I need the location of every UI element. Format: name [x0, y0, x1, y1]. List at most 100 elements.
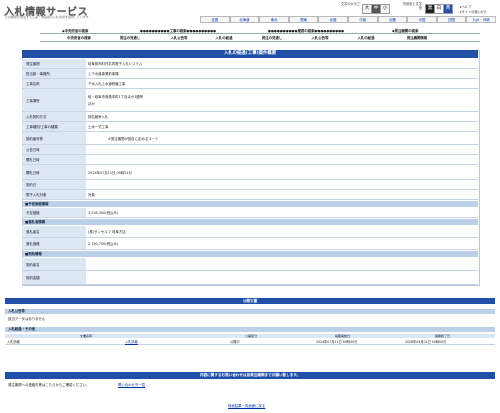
nav-service-progress[interactable]: 入札の経過: [344, 35, 388, 40]
row-label: 契約金額: [22, 271, 86, 284]
summary-row: 落札者名 (株)サンセルフ 岐阜方店: [22, 226, 478, 238]
site-usage-link[interactable]: ▸サイトの使いかた: [460, 9, 487, 14]
region-tab-kyushu[interactable]: 九州・沖縄: [466, 16, 496, 23]
region-tab-chubu[interactable]: 中部: [347, 16, 378, 23]
nav-agency-info[interactable]: 発注機関情報: [392, 35, 442, 40]
nav-central-search[interactable]: 中央府省の検索: [58, 35, 100, 40]
contact-label: 発注機関への連絡先等はこちらからご確認ください。: [8, 383, 90, 387]
summary-row: 工事場所 岐・岐阜市券昌本町1丁目ほか3箇所 ほか: [22, 89, 478, 112]
row-label: 落札者名: [22, 226, 86, 237]
row-value: 2024年07月11日 09時31分: [88, 170, 132, 175]
contract-group-header: ■契約情報: [22, 251, 478, 257]
row-value: [88, 180, 476, 189]
row-label: 工事種別/工事の種類: [22, 122, 86, 131]
row-value: [88, 258, 476, 270]
location-line: 岐・岐阜市券昌本町1丁目ほか3箇所: [88, 95, 144, 99]
summary-row: 開札日時 2024年07月11日 09時31分: [22, 165, 478, 180]
font-size-small-button[interactable]: 小: [380, 4, 390, 14]
history-subheader: 入札経過・その他: [5, 327, 495, 332]
col-header: 文書名称: [80, 334, 93, 338]
document-end-date: 2026年04月01日 00時00分: [405, 340, 447, 344]
contact-list-link[interactable]: 問い合わせ先一覧: [118, 382, 145, 387]
summary-row: 予定価格 3,238,300(税込み): [22, 208, 478, 218]
row-value: ※発注機関が独自に定めるコード: [108, 136, 159, 141]
row-value: 土木一式工事: [88, 125, 109, 129]
summary-row: 入札契約方式 指名競争入札: [22, 112, 478, 122]
summary-row: 落札価格 2,790,700(税込み): [22, 238, 478, 250]
region-tab-hokkaido[interactable]: 北海道: [229, 16, 260, 23]
row-value: [88, 155, 476, 164]
row-label: 契約者名: [22, 258, 86, 270]
nav-divider: [40, 33, 480, 34]
row-label: 開札日時: [22, 165, 86, 179]
region-tab-kanto[interactable]: 関東: [288, 16, 319, 23]
summary-row: 公告日時: [22, 145, 478, 155]
font-size-label: 文字の大きさ: [340, 2, 360, 6]
summary-row: 契約日: [22, 180, 478, 190]
row-label: 電子入札対象: [22, 190, 86, 199]
summary-row: 発注機関 岐阜県市町村共同電子入札システム: [22, 59, 478, 69]
row-label: 予定価格: [22, 208, 86, 217]
table-row: 入札情報 入札情報 公開中 2024年07月11日 09時40分 2026年04…: [5, 339, 495, 345]
row-value: 3,238,300(税込み): [88, 211, 119, 215]
row-label: 工事名称: [22, 79, 86, 88]
case-summary-title: 入札の経過(工事)案件概要: [22, 50, 478, 58]
col-header: 公開区分: [245, 334, 258, 338]
row-value: [88, 271, 476, 284]
row-label: 開札日時: [22, 155, 86, 164]
documents-title: 公開文書: [5, 298, 495, 304]
region-tab-chugoku[interactable]: 中国: [407, 16, 437, 23]
row-value: (株)サンセルフ 岐阜方店: [88, 230, 126, 234]
summary-row: 契約金額: [22, 271, 478, 285]
region-tab-tohoku[interactable]: 東北: [259, 16, 289, 23]
document-category: 入札情報: [7, 340, 20, 344]
back-to-results-link[interactable]: 検索結果一覧画面に戻る: [228, 403, 265, 408]
document-status: 公開中: [230, 340, 240, 344]
col-header: 掲載開始日: [335, 334, 351, 338]
no-data-note: 該当データはありません: [8, 317, 46, 321]
summary-row: 工事種別/工事の種類 土木一式工事: [22, 122, 478, 132]
region-bar: 全国 北海道 東北 関東 北陸 中部 近畿 中国 四国 九州・沖縄: [200, 16, 496, 23]
summary-row: 工事名称 下水入札上水道修繕工事: [22, 79, 478, 89]
summary-row: 契約者名: [22, 258, 478, 271]
region-tab-hokuriku[interactable]: 北陸: [318, 16, 348, 23]
color-blue-button[interactable]: 青: [443, 4, 453, 14]
inquiry-title: 内容に関するお問い合わせは各発注機関までお願い致します。: [5, 372, 495, 379]
summary-row: 担当部・事務所 上下水道事業前事課: [22, 69, 478, 79]
nav-construction-notice[interactable]: 入札公告等: [160, 35, 198, 40]
location-line: ほか: [88, 102, 95, 106]
nav-service-notice[interactable]: 入札公告等: [300, 35, 340, 40]
row-value: 対象: [88, 193, 95, 197]
nav-divider: [40, 41, 480, 42]
row-label: 落札価格: [22, 238, 86, 249]
summary-row: 開札日時: [22, 155, 478, 165]
summary-row: 契約番号等 ※発注機関が独自に定めるコード: [22, 132, 478, 145]
row-value: 岐阜県市町村共同電子入札システム: [88, 62, 143, 66]
row-label: 発注機関: [22, 59, 86, 68]
row-value: 岐・岐阜市券昌本町1丁目ほか3箇所 ほか: [88, 89, 476, 111]
row-label: 公告日時: [22, 145, 86, 154]
region-tab-shikoku[interactable]: 四国: [436, 16, 467, 23]
estimate-group-header: ■予定価格情報: [22, 201, 478, 207]
nav-service-outlook[interactable]: 発注の見通し: [250, 35, 294, 40]
row-label: 入札契約方式: [22, 112, 86, 121]
nav-construction-outlook[interactable]: 発注の見通し: [108, 35, 152, 40]
row-label: 契約番号等: [22, 132, 86, 144]
region-tab-kinki[interactable]: 近畿: [377, 16, 408, 23]
region-tab-zenkoku[interactable]: 全国: [200, 16, 230, 23]
document-link[interactable]: 入札情報: [125, 339, 138, 344]
row-value: 指名競争入札: [88, 115, 109, 119]
row-label: 契約日: [22, 180, 86, 189]
bg-color-label: 背景色と文字色: [402, 2, 422, 10]
notice-subheader: 入札公告等: [5, 309, 495, 314]
row-label: 工事場所: [22, 89, 86, 111]
row-label: 担当部・事務所: [22, 69, 86, 78]
documents-table-header: 文書名称 公開区分 掲載開始日 掲載終了日: [5, 334, 495, 338]
row-value: 2,790,700(税込み): [88, 242, 119, 246]
row-value: 下水入札上水道修繕工事: [88, 82, 126, 86]
row-value: [88, 145, 476, 154]
document-start-date: 2024年07月11日 09時40分: [316, 340, 358, 344]
summary-row: 電子入札対象 対象: [22, 190, 478, 200]
site-subtitle: 公共機関の発注する工事・物品等の入札情報を提供しています: [5, 15, 89, 19]
nav-construction-progress[interactable]: 入札の経過: [202, 35, 246, 40]
